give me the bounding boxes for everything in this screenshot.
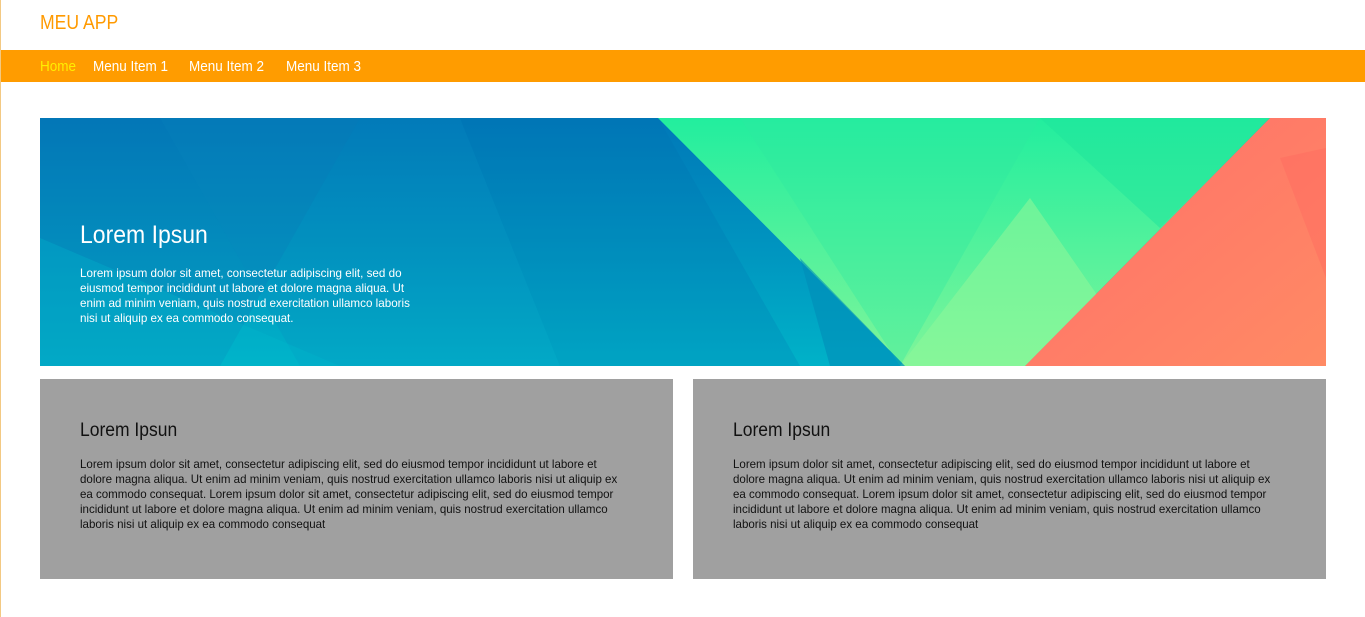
- app-title[interactable]: MEU APP: [40, 12, 118, 35]
- nav-items: Home Menu Item 1 Menu Item 2 Menu Item 3: [40, 50, 369, 82]
- navbar: Home Menu Item 1 Menu Item 2 Menu Item 3: [1, 50, 1365, 82]
- card-title: Lorem Ipsun: [80, 420, 178, 441]
- card-text: Lorem ipsum dolor sit amet, consectetur …: [80, 457, 618, 531]
- nav-item-menu-2[interactable]: Menu Item 2: [189, 58, 264, 75]
- header: MEU APP: [1, 0, 1365, 50]
- card-title: Lorem Ipsun: [733, 420, 831, 441]
- hero-text: Lorem ipsum dolor sit amet, consectetur …: [80, 266, 410, 325]
- nav-item-home[interactable]: Home: [40, 58, 76, 75]
- card-left: Lorem Ipsun Lorem ipsum dolor sit amet, …: [40, 379, 673, 579]
- card-text: Lorem ipsum dolor sit amet, consectetur …: [733, 457, 1271, 531]
- hero-title: Lorem Ipsun: [80, 221, 208, 249]
- hero-banner: Lorem Ipsun Lorem ipsum dolor sit amet, …: [40, 118, 1326, 366]
- nav-item-menu-3[interactable]: Menu Item 3: [286, 58, 361, 75]
- page: MEU APP Home Menu Item 1 Menu Item 2 Men…: [0, 0, 1365, 617]
- hero-background-image: [40, 118, 1326, 366]
- nav-item-menu-1[interactable]: Menu Item 1: [93, 58, 168, 75]
- card-right: Lorem Ipsun Lorem ipsum dolor sit amet, …: [693, 379, 1326, 579]
